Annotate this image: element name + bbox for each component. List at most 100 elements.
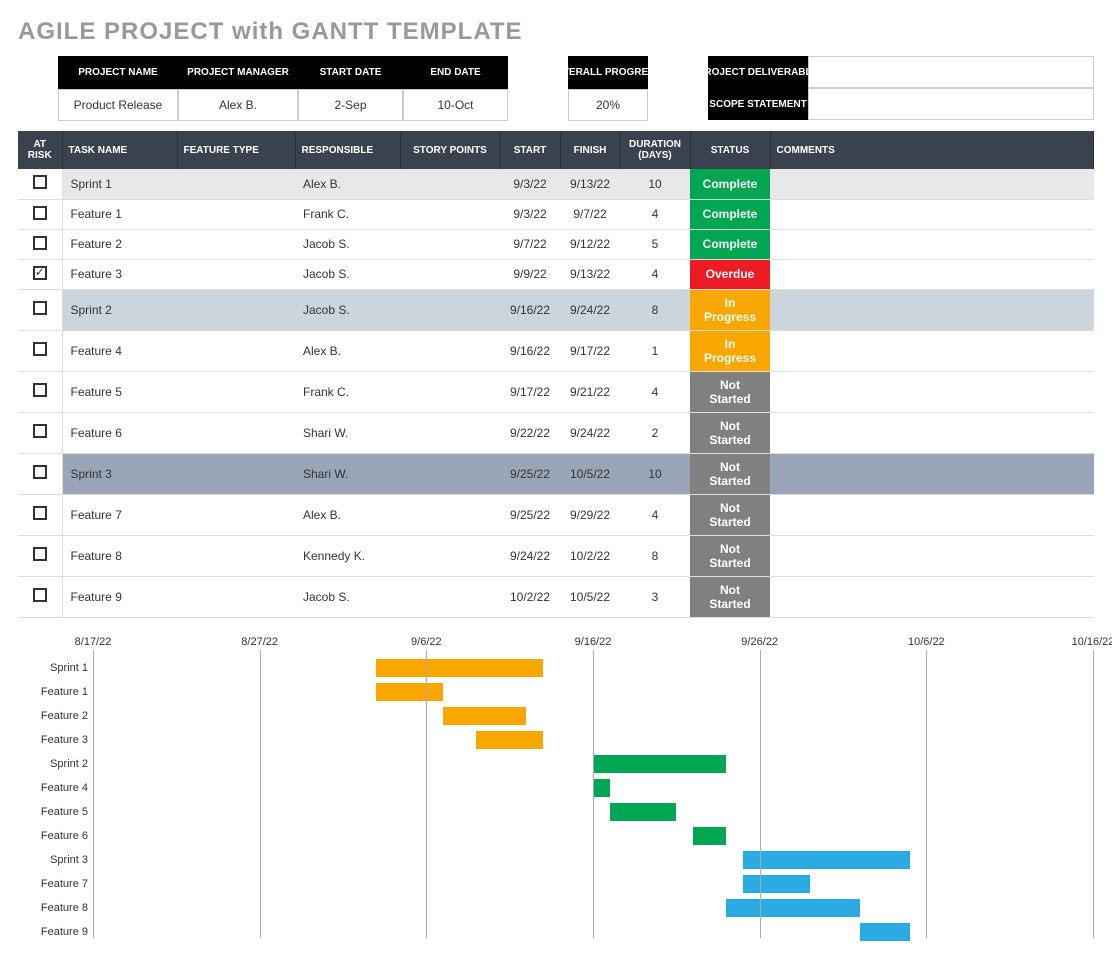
cell-duration[interactable]: 2 xyxy=(620,412,690,453)
cell-start[interactable]: 9/7/22 xyxy=(500,229,560,259)
cell-duration[interactable]: 4 xyxy=(620,199,690,229)
cell-comments[interactable] xyxy=(770,199,1094,229)
cell-feature[interactable] xyxy=(177,289,295,330)
cell-task[interactable]: Feature 5 xyxy=(62,371,177,412)
gantt-bar[interactable] xyxy=(860,923,910,941)
cell-comments[interactable] xyxy=(770,229,1094,259)
at-risk-checkbox[interactable] xyxy=(33,465,47,479)
cell-task[interactable]: Feature 4 xyxy=(62,330,177,371)
gantt-bar[interactable] xyxy=(726,899,859,917)
cell-duration[interactable]: 1 xyxy=(620,330,690,371)
cell-resp[interactable]: Frank C. xyxy=(295,371,400,412)
cell-status[interactable]: Not Started xyxy=(690,494,770,535)
at-risk-checkbox[interactable] xyxy=(33,175,47,189)
cell-story[interactable] xyxy=(400,371,500,412)
cell-status[interactable]: Not Started xyxy=(690,535,770,576)
cell-task[interactable]: Sprint 1 xyxy=(62,169,177,199)
cell-story[interactable] xyxy=(400,289,500,330)
cell-feature[interactable] xyxy=(177,169,295,199)
gantt-bar[interactable] xyxy=(476,731,543,749)
at-risk-checkbox[interactable] xyxy=(33,424,47,438)
cell-resp[interactable]: Kennedy K. xyxy=(295,535,400,576)
cell-story[interactable] xyxy=(400,412,500,453)
cell-start[interactable]: 9/25/22 xyxy=(500,494,560,535)
cell-task[interactable]: Feature 3 xyxy=(62,259,177,289)
cell-task[interactable]: Feature 1 xyxy=(62,199,177,229)
cell-comments[interactable] xyxy=(770,289,1094,330)
cell-task[interactable]: Feature 6 xyxy=(62,412,177,453)
cell-status[interactable]: Not Started xyxy=(690,412,770,453)
cell-resp[interactable]: Frank C. xyxy=(295,199,400,229)
cell-finish[interactable]: 9/13/22 xyxy=(560,259,620,289)
cell-start[interactable]: 10/2/22 xyxy=(500,576,560,617)
gantt-bar[interactable] xyxy=(743,851,910,869)
cell-resp[interactable]: Jacob S. xyxy=(295,259,400,289)
cell-feature[interactable] xyxy=(177,453,295,494)
cell-start[interactable]: 9/24/22 xyxy=(500,535,560,576)
cell-feature[interactable] xyxy=(177,412,295,453)
at-risk-checkbox[interactable] xyxy=(33,547,47,561)
cell-resp[interactable]: Jacob S. xyxy=(295,229,400,259)
cell-duration[interactable]: 10 xyxy=(620,453,690,494)
cell-duration[interactable]: 3 xyxy=(620,576,690,617)
gantt-bar[interactable] xyxy=(443,707,526,725)
cell-feature[interactable] xyxy=(177,229,295,259)
cell-start[interactable]: 9/22/22 xyxy=(500,412,560,453)
cell-comments[interactable] xyxy=(770,330,1094,371)
cell-comments[interactable] xyxy=(770,576,1094,617)
meta-value-scope[interactable] xyxy=(808,88,1094,120)
cell-resp[interactable]: Shari W. xyxy=(295,412,400,453)
cell-status[interactable]: Complete xyxy=(690,229,770,259)
cell-duration[interactable]: 10 xyxy=(620,169,690,199)
cell-finish[interactable]: 9/24/22 xyxy=(560,412,620,453)
at-risk-checkbox[interactable] xyxy=(33,236,47,250)
cell-start[interactable]: 9/3/22 xyxy=(500,199,560,229)
at-risk-checkbox[interactable] xyxy=(33,383,47,397)
cell-comments[interactable] xyxy=(770,453,1094,494)
at-risk-checkbox[interactable] xyxy=(33,588,47,602)
cell-feature[interactable] xyxy=(177,535,295,576)
meta-value-end[interactable]: 10-Oct xyxy=(403,89,508,121)
cell-duration[interactable]: 4 xyxy=(620,259,690,289)
gantt-bar[interactable] xyxy=(743,875,810,893)
cell-comments[interactable] xyxy=(770,259,1094,289)
cell-task[interactable]: Sprint 3 xyxy=(62,453,177,494)
cell-finish[interactable]: 9/12/22 xyxy=(560,229,620,259)
cell-duration[interactable]: 8 xyxy=(620,289,690,330)
gantt-bar[interactable] xyxy=(693,827,726,845)
cell-resp[interactable]: Alex B. xyxy=(295,494,400,535)
cell-start[interactable]: 9/25/22 xyxy=(500,453,560,494)
at-risk-checkbox[interactable] xyxy=(33,342,47,356)
meta-value-project-name[interactable]: Product Release xyxy=(58,89,178,121)
cell-status[interactable]: Complete xyxy=(690,199,770,229)
cell-start[interactable]: 9/9/22 xyxy=(500,259,560,289)
cell-start[interactable]: 9/16/22 xyxy=(500,289,560,330)
cell-finish[interactable]: 9/24/22 xyxy=(560,289,620,330)
gantt-bar[interactable] xyxy=(376,659,543,677)
cell-feature[interactable] xyxy=(177,371,295,412)
cell-resp[interactable]: Shari W. xyxy=(295,453,400,494)
cell-comments[interactable] xyxy=(770,371,1094,412)
meta-value-manager[interactable]: Alex B. xyxy=(178,89,298,121)
cell-start[interactable]: 9/17/22 xyxy=(500,371,560,412)
cell-duration[interactable]: 4 xyxy=(620,371,690,412)
cell-status[interactable]: In Progress xyxy=(690,330,770,371)
cell-start[interactable]: 9/3/22 xyxy=(500,169,560,199)
cell-resp[interactable]: Alex B. xyxy=(295,169,400,199)
cell-task[interactable]: Feature 2 xyxy=(62,229,177,259)
cell-start[interactable]: 9/16/22 xyxy=(500,330,560,371)
cell-comments[interactable] xyxy=(770,412,1094,453)
cell-finish[interactable]: 10/5/22 xyxy=(560,576,620,617)
cell-resp[interactable]: Jacob S. xyxy=(295,289,400,330)
cell-resp[interactable]: Jacob S. xyxy=(295,576,400,617)
cell-story[interactable] xyxy=(400,494,500,535)
cell-status[interactable]: Overdue xyxy=(690,259,770,289)
cell-finish[interactable]: 9/29/22 xyxy=(560,494,620,535)
cell-story[interactable] xyxy=(400,259,500,289)
cell-task[interactable]: Sprint 2 xyxy=(62,289,177,330)
cell-finish[interactable]: 10/5/22 xyxy=(560,453,620,494)
cell-resp[interactable]: Alex B. xyxy=(295,330,400,371)
cell-comments[interactable] xyxy=(770,535,1094,576)
cell-story[interactable] xyxy=(400,199,500,229)
cell-task[interactable]: Feature 7 xyxy=(62,494,177,535)
